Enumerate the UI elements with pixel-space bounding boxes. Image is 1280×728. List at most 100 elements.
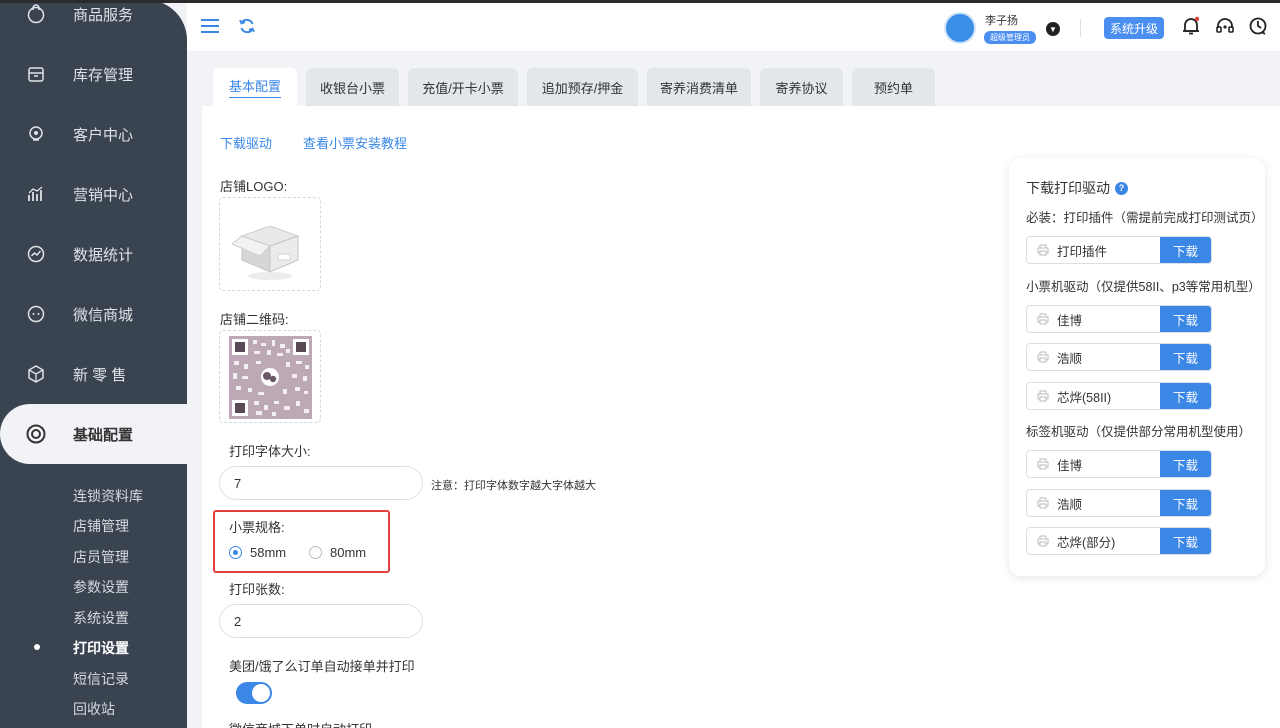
- top-header: 李子扬 超级管理员 ▼ 系统升级: [187, 3, 1280, 51]
- label-driver-section-label: 标签机驱动（仅提供部分常用机型使用）: [1026, 425, 1252, 439]
- driver-panel-title-text: 下载打印驱动: [1026, 180, 1110, 196]
- tab-boarding-agreement[interactable]: 寄养协议: [760, 68, 843, 106]
- driver-name: 佳博: [1057, 458, 1083, 473]
- tab-label: 充值/开卡小票: [422, 80, 504, 96]
- printer-icon: [1037, 497, 1049, 509]
- tab-label: 基本配置: [228, 76, 281, 98]
- receipt-driver-section-label: 小票机驱动（仅提供58II、p3等常用机型）: [1026, 280, 1261, 294]
- download-button[interactable]: 下载: [1160, 528, 1211, 554]
- user-role-badge: 超级管理员: [984, 31, 1036, 44]
- menu-toggle-icon[interactable]: [199, 15, 221, 37]
- submenu-item-parameter-settings[interactable]: 参数设置: [73, 577, 129, 597]
- printer-icon: [1037, 313, 1049, 325]
- new-retail-cube-icon: [25, 363, 47, 385]
- driver-row-label-jiabo: 佳博 下载: [1026, 450, 1212, 478]
- download-button[interactable]: 下载: [1160, 451, 1211, 477]
- sidebar-item-label: 微信商城: [73, 306, 134, 324]
- qr-code-image: [229, 336, 312, 419]
- radio-circle: [229, 546, 242, 559]
- submenu-item-sms-records[interactable]: 短信记录: [73, 669, 129, 689]
- driver-name: 佳博: [1057, 313, 1083, 328]
- download-button[interactable]: 下载: [1160, 490, 1211, 516]
- tab-deposit-receipt[interactable]: 追加预存/押金: [527, 68, 638, 106]
- tab-boarding-bill[interactable]: 寄养消费清单: [647, 68, 751, 106]
- radio-58mm[interactable]: 58mm: [229, 545, 286, 560]
- font-size-input[interactable]: 7: [219, 466, 423, 500]
- driver-name: 芯烨(部分): [1057, 535, 1116, 550]
- auto-print-toggle[interactable]: [236, 682, 272, 704]
- receipt-tutorial-link[interactable]: 查看小票安装教程: [303, 133, 407, 152]
- printer-icon: [1037, 351, 1049, 363]
- download-button[interactable]: 下载: [1160, 306, 1211, 332]
- tab-cashier-receipt[interactable]: 收银台小票: [306, 68, 399, 106]
- empty-box-icon: [231, 225, 300, 280]
- submenu-item-system-settings[interactable]: 系统设置: [73, 608, 129, 628]
- printer-icon: [1037, 458, 1049, 470]
- print-copies-input[interactable]: 2: [219, 604, 423, 638]
- radio-circle: [309, 546, 322, 559]
- toggle-knob: [252, 684, 270, 702]
- tab-appointment[interactable]: 预约单: [852, 68, 935, 106]
- download-driver-link[interactable]: 下载驱动: [220, 133, 272, 152]
- settings-ring-icon: [25, 423, 47, 445]
- help-question-icon[interactable]: ?: [1115, 181, 1128, 195]
- tab-label: 追加预存/押金: [541, 80, 624, 96]
- avatar[interactable]: [944, 12, 976, 44]
- driver-row-receipt-jiabo: 佳博 下载: [1026, 305, 1212, 333]
- radio-80mm[interactable]: 80mm: [309, 545, 366, 560]
- customer-service-headset-icon[interactable]: [1214, 15, 1236, 37]
- printer-icon: [1037, 535, 1049, 547]
- submenu-item-store-management[interactable]: 店铺管理: [73, 516, 129, 536]
- download-button[interactable]: 下载: [1160, 344, 1211, 370]
- header-divider: [1080, 19, 1081, 37]
- download-button[interactable]: 下载: [1160, 237, 1211, 263]
- download-driver-panel: 下载打印驱动 ? 必装：打印插件（需提前完成打印测试页） 打印插件 下载 小票机…: [1009, 158, 1265, 576]
- wechat-mall-icon: [25, 303, 47, 325]
- driver-name: 芯烨(58II): [1057, 390, 1112, 405]
- driver-panel-title: 下载打印驱动 ?: [1026, 178, 1128, 198]
- notification-bell-icon[interactable]: [1180, 15, 1202, 37]
- tab-label: 预约单: [873, 80, 913, 96]
- submenu-item-recycle-bin[interactable]: 回收站: [73, 699, 115, 719]
- driver-name: 浩顺: [1057, 497, 1083, 512]
- sidebar-item-new-retail[interactable]: 新 零 售: [0, 344, 187, 404]
- inventory-box-icon: [25, 63, 47, 85]
- driver-row-label-xinye: 芯烨(部分) 下载: [1026, 527, 1212, 555]
- sidebar-item-basic-config[interactable]: 基础配置: [0, 404, 187, 464]
- required-plugin-label: 必装：打印插件（需提前完成打印测试页）: [1026, 211, 1264, 225]
- sidebar-item-marketing[interactable]: 营销中心: [0, 164, 187, 224]
- tab-label: 收银台小票: [319, 80, 385, 96]
- system-upgrade-button[interactable]: 系统升级: [1104, 17, 1165, 39]
- sidebar-item-customer[interactable]: 客户中心: [0, 104, 187, 164]
- sidebar-item-inventory[interactable]: 库存管理: [0, 44, 187, 104]
- sidebar-item-label: 数据统计: [73, 246, 134, 264]
- font-size-value: 7: [234, 475, 242, 491]
- download-button[interactable]: 下载: [1160, 383, 1211, 409]
- sidebar-item-label: 库存管理: [73, 66, 134, 84]
- radio-label: 58mm: [250, 545, 287, 560]
- user-name: 李子扬: [985, 15, 1018, 27]
- statistics-icon: [25, 243, 47, 265]
- sidebar-item-label: 商品服务: [73, 6, 134, 24]
- submenu-item-print-settings[interactable]: 打印设置: [73, 638, 129, 658]
- submenu-item-chain-library[interactable]: 连锁资料库: [73, 486, 143, 506]
- driver-row-receipt-haoshun: 浩顺 下载: [1026, 343, 1212, 371]
- store-qr-upload[interactable]: [219, 330, 321, 423]
- tab-recharge-receipt[interactable]: 充值/开卡小票: [408, 68, 518, 106]
- tab-basic-config[interactable]: 基本配置: [213, 68, 297, 106]
- sidebar-item-wechat-mall[interactable]: 微信商城: [0, 284, 187, 344]
- printer-icon: [1037, 244, 1049, 256]
- refresh-icon[interactable]: [236, 15, 258, 37]
- auto-print-label: 美团/饿了么订单自动接单并打印: [229, 659, 415, 674]
- store-logo-upload[interactable]: [219, 197, 321, 291]
- submenu-item-staff-management[interactable]: 店员管理: [73, 547, 129, 567]
- window-top-edge: [0, 0, 1280, 3]
- printer-icon: [1037, 390, 1049, 402]
- sidebar-item-label: 新 零 售: [73, 366, 127, 384]
- sidebar-item-statistics[interactable]: 数据统计: [0, 224, 187, 284]
- chevron-down-icon[interactable]: ▼: [1046, 22, 1060, 36]
- sidebar-item-goods-service[interactable]: 商品服务: [0, 0, 187, 44]
- driver-row-label-haoshun: 浩顺 下载: [1026, 489, 1212, 517]
- clock-history-icon[interactable]: [1247, 15, 1269, 37]
- tab-label: 寄养协议: [775, 80, 828, 96]
